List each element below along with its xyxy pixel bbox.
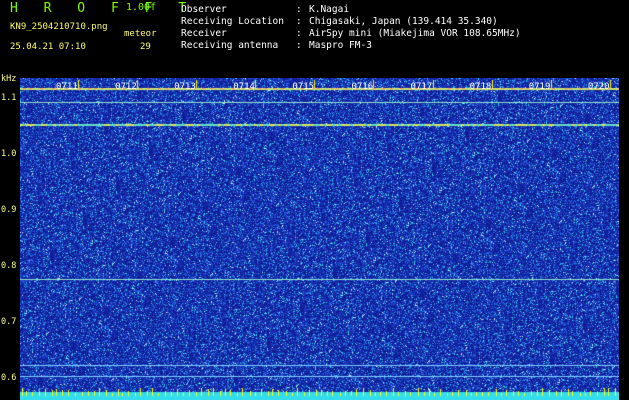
antenna-label: Receiving antenna <box>181 40 279 51</box>
antenna-value: Maspro FM-3 <box>309 40 372 51</box>
header-panel: H R O F F T 1.00f KN9_2504210710.png 25.… <box>0 0 629 84</box>
observer-label: Observer <box>181 4 227 15</box>
spectrogram-canvas <box>20 78 619 400</box>
y-tick-label: 0.7 <box>1 316 17 327</box>
y-tick-label: 1.0 <box>1 148 17 159</box>
receiver-sep: : <box>296 28 302 39</box>
location-sep: : <box>296 16 302 27</box>
meteor-count: 29 <box>140 42 151 52</box>
y-axis-unit: kHz <box>1 74 17 84</box>
observer-value: K.Nagai <box>309 4 350 15</box>
app-brand: H R O F F T <box>10 1 196 16</box>
y-tick-label: 0.9 <box>1 204 17 215</box>
y-tick-label: 1.1 <box>1 92 17 103</box>
app-version: 1.00f <box>126 2 157 13</box>
meteor-label: meteor <box>124 29 157 39</box>
observer-sep: : <box>296 4 302 15</box>
location-label: Receiving Location <box>181 16 284 27</box>
timestamp: 25.04.21 07:10 <box>10 42 86 52</box>
receiver-value: AirSpy mini (Miakejima VOR 108.65MHz) <box>309 28 521 39</box>
file-name: KN9_2504210710.png <box>10 22 108 32</box>
y-tick-label: 0.6 <box>1 372 17 383</box>
receiver-label: Receiver <box>181 28 227 39</box>
location-value: Chigasaki, Japan (139.414 35.340) <box>309 16 498 27</box>
y-tick-label: 0.8 <box>1 260 17 271</box>
antenna-sep: : <box>296 40 302 51</box>
